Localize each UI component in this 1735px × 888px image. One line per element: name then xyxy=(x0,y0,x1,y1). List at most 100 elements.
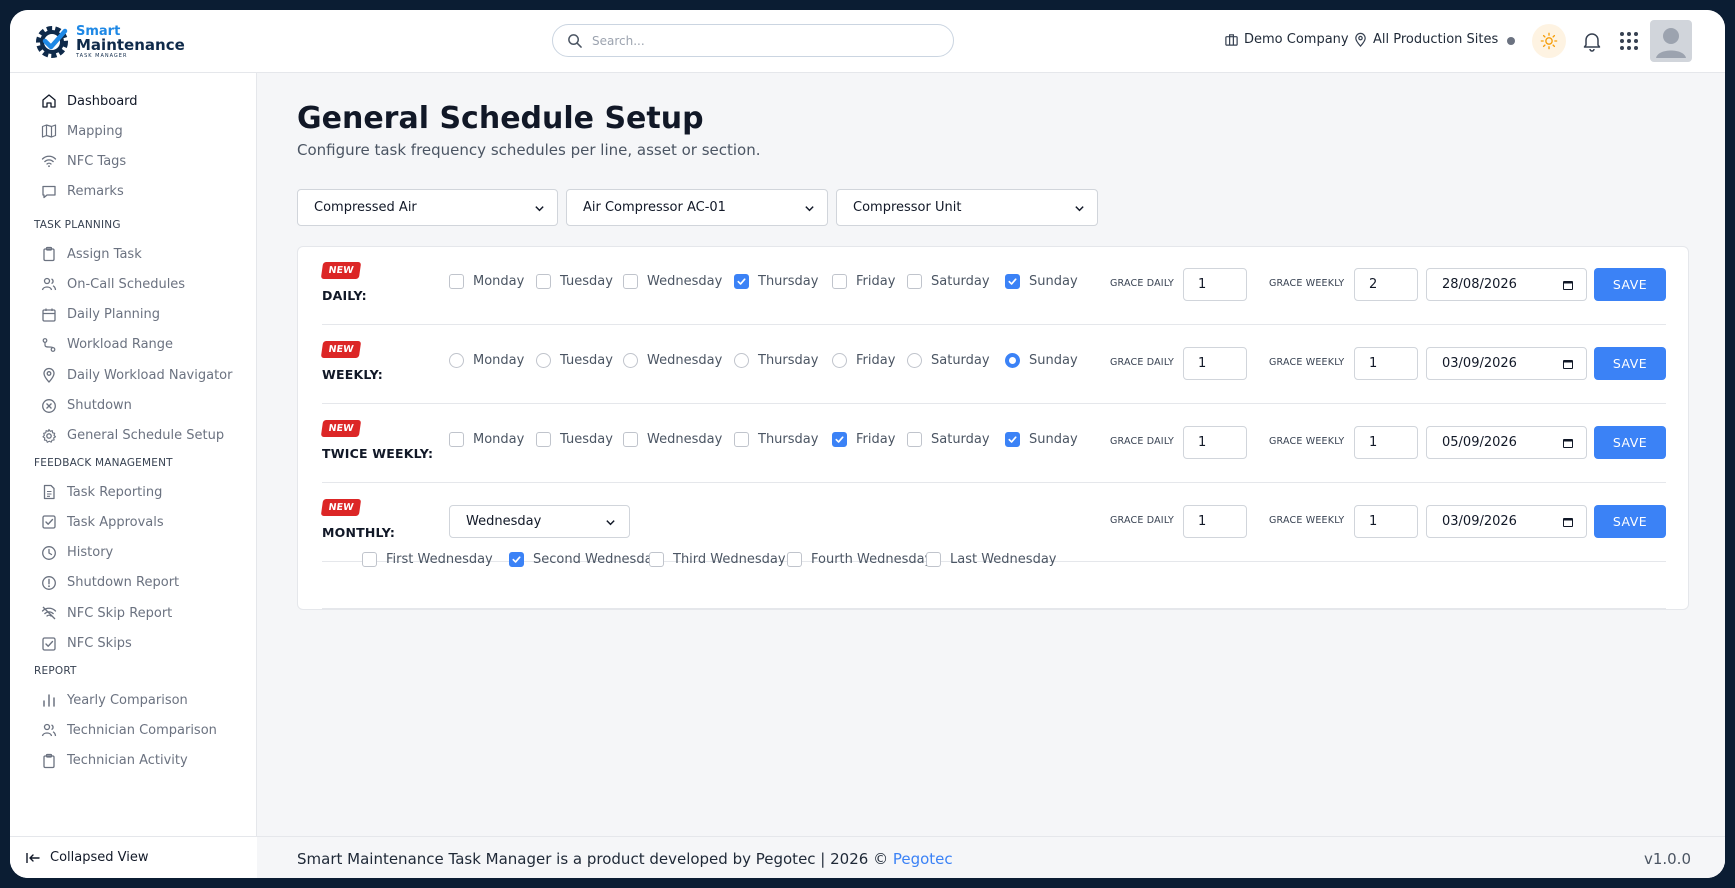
grace-weekly-input[interactable]: 1 xyxy=(1354,426,1418,459)
line-select[interactable]: Compressed Air xyxy=(297,189,558,226)
grace-daily-input[interactable]: 1 xyxy=(1183,347,1247,380)
daily-day-thursday[interactable]: Thursday xyxy=(734,274,818,289)
sidebar-item-general-schedule-setup[interactable]: General Schedule Setup xyxy=(41,428,224,444)
checkbox-unchecked[interactable] xyxy=(536,274,551,289)
apps-grid-icon[interactable] xyxy=(1619,31,1639,51)
twice-weekly-day-monday[interactable]: Monday xyxy=(449,432,524,447)
monthly-day-select[interactable]: Wednesday xyxy=(449,505,630,538)
radio-unselected[interactable] xyxy=(536,353,551,368)
sidebar-item-mapping[interactable]: Mapping xyxy=(41,123,123,139)
twice-weekly-day-sunday[interactable]: Sunday xyxy=(1005,432,1078,447)
sidebar-item-history[interactable]: History xyxy=(41,545,113,561)
checkbox-unchecked[interactable] xyxy=(449,432,464,447)
sidebar-item-nfc-tags[interactable]: NFC Tags xyxy=(41,153,126,169)
checkbox-unchecked[interactable] xyxy=(623,432,638,447)
checkbox-unchecked[interactable] xyxy=(536,432,551,447)
start-date-input[interactable]: 03/09/2026 xyxy=(1426,505,1587,538)
sidebar-item-workload-range[interactable]: Workload Range xyxy=(41,337,173,353)
sidebar-item-nfc-skip-report[interactable]: NFC Skip Report xyxy=(41,605,172,621)
daily-day-wednesday[interactable]: Wednesday xyxy=(623,274,722,289)
weekly-day-friday[interactable]: Friday xyxy=(832,353,895,368)
sidebar-item-assign-task[interactable]: Assign Task xyxy=(41,246,142,262)
save-button[interactable]: SAVE xyxy=(1594,347,1666,380)
collapse-sidebar-button[interactable]: Collapsed View xyxy=(10,836,257,878)
checkbox-unchecked[interactable] xyxy=(787,552,802,567)
weekly-day-tuesday[interactable]: Tuesday xyxy=(536,353,613,368)
save-button[interactable]: SAVE xyxy=(1594,268,1666,301)
radio-selected[interactable] xyxy=(1005,353,1020,368)
checkbox-unchecked[interactable] xyxy=(926,552,941,567)
start-date-input[interactable]: 05/09/2026 xyxy=(1426,426,1587,459)
sidebar-item-daily-planning[interactable]: Daily Planning xyxy=(41,307,160,323)
weekly-day-wednesday[interactable]: Wednesday xyxy=(623,353,722,368)
pegotec-link[interactable]: Pegotec xyxy=(893,850,953,868)
calendar-picker-icon[interactable] xyxy=(1562,516,1574,528)
checkbox-checked[interactable] xyxy=(1005,432,1020,447)
sidebar-item-task-reporting[interactable]: Task Reporting xyxy=(41,484,162,500)
radio-unselected[interactable] xyxy=(449,353,464,368)
app-logo[interactable]: Smart Maintenance TASK MANAGER xyxy=(32,22,185,62)
sidebar-item-technician-comparison[interactable]: Technician Comparison xyxy=(41,722,217,738)
sidebar-item-dashboard[interactable]: Dashboard xyxy=(41,93,138,109)
asset-select[interactable]: Air Compressor AC-01 xyxy=(566,189,828,226)
monthly-occurrence-third-wednesday[interactable]: Third Wednesday xyxy=(649,552,786,567)
sidebar-item-remarks[interactable]: Remarks xyxy=(41,184,124,200)
bell-icon[interactable] xyxy=(1581,30,1603,52)
theme-toggle-button[interactable] xyxy=(1532,24,1566,58)
grace-weekly-input[interactable]: 1 xyxy=(1354,505,1418,538)
save-button[interactable]: SAVE xyxy=(1594,505,1666,538)
weekly-day-sunday[interactable]: Sunday xyxy=(1005,353,1078,368)
radio-unselected[interactable] xyxy=(734,353,749,368)
twice-weekly-day-tuesday[interactable]: Tuesday xyxy=(536,432,613,447)
sidebar-item-nfc-skips[interactable]: NFC Skips xyxy=(41,636,132,652)
monthly-occurrence-fourth-wednesday[interactable]: Fourth Wednesday xyxy=(787,552,932,567)
daily-day-saturday[interactable]: Saturday xyxy=(907,274,990,289)
grace-weekly-input[interactable]: 2 xyxy=(1354,268,1418,301)
daily-day-monday[interactable]: Monday xyxy=(449,274,524,289)
daily-day-friday[interactable]: Friday xyxy=(832,274,895,289)
radio-unselected[interactable] xyxy=(623,353,638,368)
calendar-picker-icon[interactable] xyxy=(1562,437,1574,449)
checkbox-unchecked[interactable] xyxy=(362,552,377,567)
section-select[interactable]: Compressor Unit xyxy=(836,189,1098,226)
checkbox-unchecked[interactable] xyxy=(832,274,847,289)
weekly-day-thursday[interactable]: Thursday xyxy=(734,353,818,368)
weekly-day-saturday[interactable]: Saturday xyxy=(907,353,990,368)
checkbox-unchecked[interactable] xyxy=(623,274,638,289)
start-date-input[interactable]: 03/09/2026 xyxy=(1426,347,1587,380)
sidebar-item-yearly-comparison[interactable]: Yearly Comparison xyxy=(41,692,188,708)
search-input[interactable] xyxy=(592,33,932,48)
twice-weekly-day-thursday[interactable]: Thursday xyxy=(734,432,818,447)
checkbox-checked[interactable] xyxy=(734,274,749,289)
checkbox-checked[interactable] xyxy=(509,552,524,567)
sidebar-item-shutdown[interactable]: Shutdown xyxy=(41,398,132,414)
calendar-picker-icon[interactable] xyxy=(1562,279,1574,291)
checkbox-checked[interactable] xyxy=(1005,274,1020,289)
sidebar-item-on-call-schedules[interactable]: On-Call Schedules xyxy=(41,276,185,292)
monthly-occurrence-second-wednesday[interactable]: Second Wednesday xyxy=(509,552,660,567)
checkbox-checked[interactable] xyxy=(832,432,847,447)
site-selector[interactable]: All Production Sites xyxy=(1353,32,1498,47)
sidebar-item-technician-activity[interactable]: Technician Activity xyxy=(41,753,188,769)
radio-unselected[interactable] xyxy=(907,353,922,368)
sidebar-item-daily-workload-navigator[interactable]: Daily Workload Navigator xyxy=(41,367,232,384)
sidebar-item-shutdown-report[interactable]: Shutdown Report xyxy=(41,575,179,591)
save-button[interactable]: SAVE xyxy=(1594,426,1666,459)
checkbox-unchecked[interactable] xyxy=(449,274,464,289)
daily-day-tuesday[interactable]: Tuesday xyxy=(536,274,613,289)
checkbox-unchecked[interactable] xyxy=(907,274,922,289)
checkbox-unchecked[interactable] xyxy=(649,552,664,567)
calendar-picker-icon[interactable] xyxy=(1562,358,1574,370)
company-selector[interactable]: Demo Company xyxy=(1224,32,1349,47)
grace-daily-input[interactable]: 1 xyxy=(1183,268,1247,301)
user-avatar[interactable] xyxy=(1650,20,1692,62)
twice-weekly-day-friday[interactable]: Friday xyxy=(832,432,895,447)
grace-daily-input[interactable]: 1 xyxy=(1183,426,1247,459)
radio-unselected[interactable] xyxy=(832,353,847,368)
daily-day-sunday[interactable]: Sunday xyxy=(1005,274,1078,289)
twice-weekly-day-wednesday[interactable]: Wednesday xyxy=(623,432,722,447)
checkbox-unchecked[interactable] xyxy=(734,432,749,447)
start-date-input[interactable]: 28/08/2026 xyxy=(1426,268,1587,301)
weekly-day-monday[interactable]: Monday xyxy=(449,353,524,368)
twice-weekly-day-saturday[interactable]: Saturday xyxy=(907,432,990,447)
